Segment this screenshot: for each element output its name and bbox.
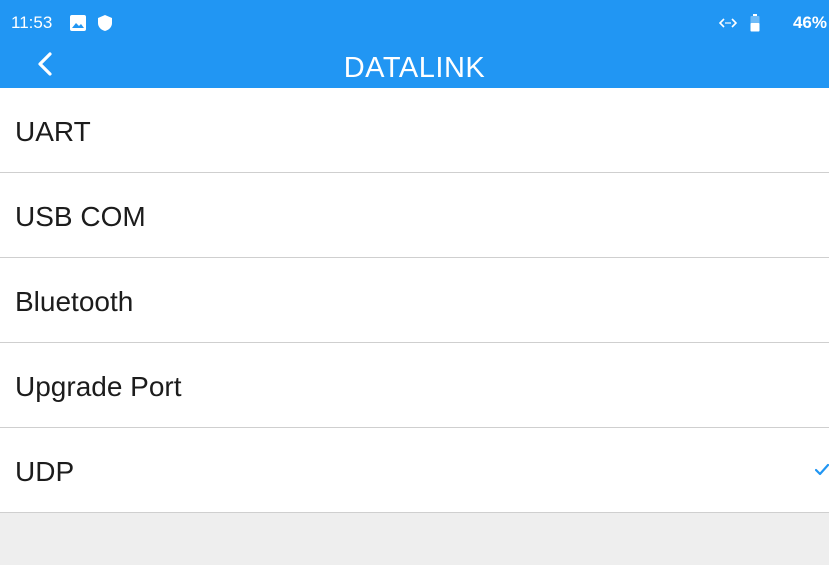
status-bar: 11:53 46% (0, 0, 829, 40)
battery-percent: 46% (792, 13, 827, 32)
list-item-udp[interactable]: UDP (0, 428, 829, 513)
list-item-upgrade-port[interactable]: Upgrade Port (0, 343, 829, 428)
list-item-label: Bluetooth (15, 286, 134, 317)
app-bar: DATALINK (0, 40, 829, 88)
status-icons-right: 46% (718, 13, 829, 35)
back-button[interactable] (28, 46, 64, 82)
shield-icon (97, 14, 113, 37)
status-time: 11:53 (11, 13, 53, 32)
list-item-usb-com[interactable]: USB COM (0, 173, 829, 258)
image-icon (69, 14, 87, 37)
header: 11:53 46% DATALINK (0, 0, 829, 88)
list-item-label: USB COM (15, 201, 146, 232)
page-title: DATALINK (343, 52, 486, 84)
chevron-left-icon (38, 52, 52, 76)
check-icon (814, 462, 829, 478)
list-item-uart[interactable]: UART (0, 88, 829, 173)
data-transfer-icon (718, 16, 738, 35)
list-item-bluetooth[interactable]: Bluetooth (0, 258, 829, 343)
datalink-list: UART USB COM Bluetooth Upgrade Port UDP (0, 88, 829, 513)
list-item-label: UART (15, 116, 91, 147)
battery-icon (750, 14, 760, 37)
list-item-label: UDP (15, 456, 75, 487)
list-item-label: Upgrade Port (15, 371, 182, 402)
